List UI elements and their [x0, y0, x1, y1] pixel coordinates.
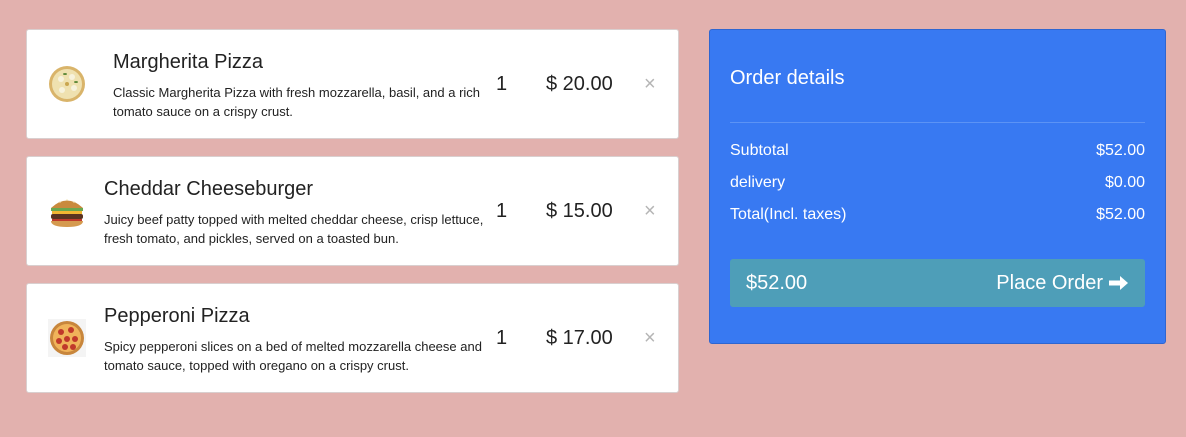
delivery-row: delivery $0.00: [730, 174, 1145, 192]
item-description-line: Juicy beef patty topped with melted ched…: [104, 212, 484, 227]
item-text: Margherita Pizza Classic Margherita Pizz…: [113, 50, 503, 121]
subtotal-value: $52.00: [1096, 142, 1145, 159]
cart-list: Margherita Pizza Classic Margherita Pizz…: [26, 29, 679, 410]
cheeseburger-image: [47, 191, 87, 231]
item-description: Spicy pepperoni slices on a bed of melte…: [104, 337, 494, 375]
total-label: Total(Incl. taxes): [730, 206, 847, 223]
cart-item: Pepperoni Pizza Spicy pepperoni slices o…: [26, 283, 679, 393]
order-details-panel: Order details Subtotal $52.00 delivery $…: [709, 29, 1166, 344]
item-name: Cheddar Cheeseburger: [104, 178, 314, 200]
item-description: Juicy beef patty topped with melted ched…: [104, 210, 494, 248]
subtotal-row: Subtotal $52.00: [730, 142, 1145, 160]
item-quantity: 1: [496, 200, 508, 222]
item-text: Pepperoni Pizza Spicy pepperoni slices o…: [104, 304, 494, 375]
item-price: $ 15.00: [546, 200, 613, 222]
item-description-line: fresh tomato, and pickles, served on a t…: [104, 231, 399, 246]
item-quantity: 1: [496, 327, 508, 349]
order-title: Order details: [730, 67, 845, 89]
order-amount: $52.00: [746, 271, 808, 294]
item-description-line: tomato sauce, topped with oregano on a c…: [104, 358, 409, 373]
remove-icon[interactable]: ×: [644, 201, 656, 221]
cart-item: Margherita Pizza Classic Margherita Pizz…: [26, 29, 679, 139]
item-name: Pepperoni Pizza: [104, 305, 250, 327]
item-description-line: tomato sauce on a crispy crust.: [113, 104, 293, 119]
total-row: Total(Incl. taxes) $52.00: [730, 206, 1145, 224]
item-description-line: Classic Margherita Pizza with fresh mozz…: [113, 85, 481, 100]
item-name: Margherita Pizza: [113, 51, 264, 73]
item-description-line: Spicy pepperoni slices on a bed of melte…: [104, 339, 482, 354]
place-order-button[interactable]: $52.00 Place Order: [730, 259, 1145, 307]
remove-icon[interactable]: ×: [644, 328, 656, 348]
item-price: $ 17.00: [546, 327, 613, 349]
delivery-value: $0.00: [1104, 174, 1145, 191]
divider: [730, 122, 1145, 123]
item-text: Cheddar Cheeseburger Juicy beef patty to…: [104, 177, 494, 248]
arrow-right-icon: [1109, 275, 1129, 291]
place-order-label-group: Place Order: [996, 272, 1129, 295]
remove-icon[interactable]: ×: [644, 74, 656, 94]
item-description: Classic Margherita Pizza with fresh mozz…: [113, 83, 503, 121]
item-quantity: 1: [496, 73, 508, 95]
pepperoni-pizza-image: [47, 318, 87, 358]
place-order-label: Place Order: [996, 271, 1103, 294]
margherita-pizza-image: [47, 64, 87, 104]
cart-item: Cheddar Cheeseburger Juicy beef patty to…: [26, 156, 679, 266]
item-price: $ 20.00: [546, 73, 613, 95]
subtotal-label: Subtotal: [730, 142, 789, 159]
total-value: $52.00: [1096, 206, 1145, 223]
delivery-label: delivery: [730, 174, 786, 191]
